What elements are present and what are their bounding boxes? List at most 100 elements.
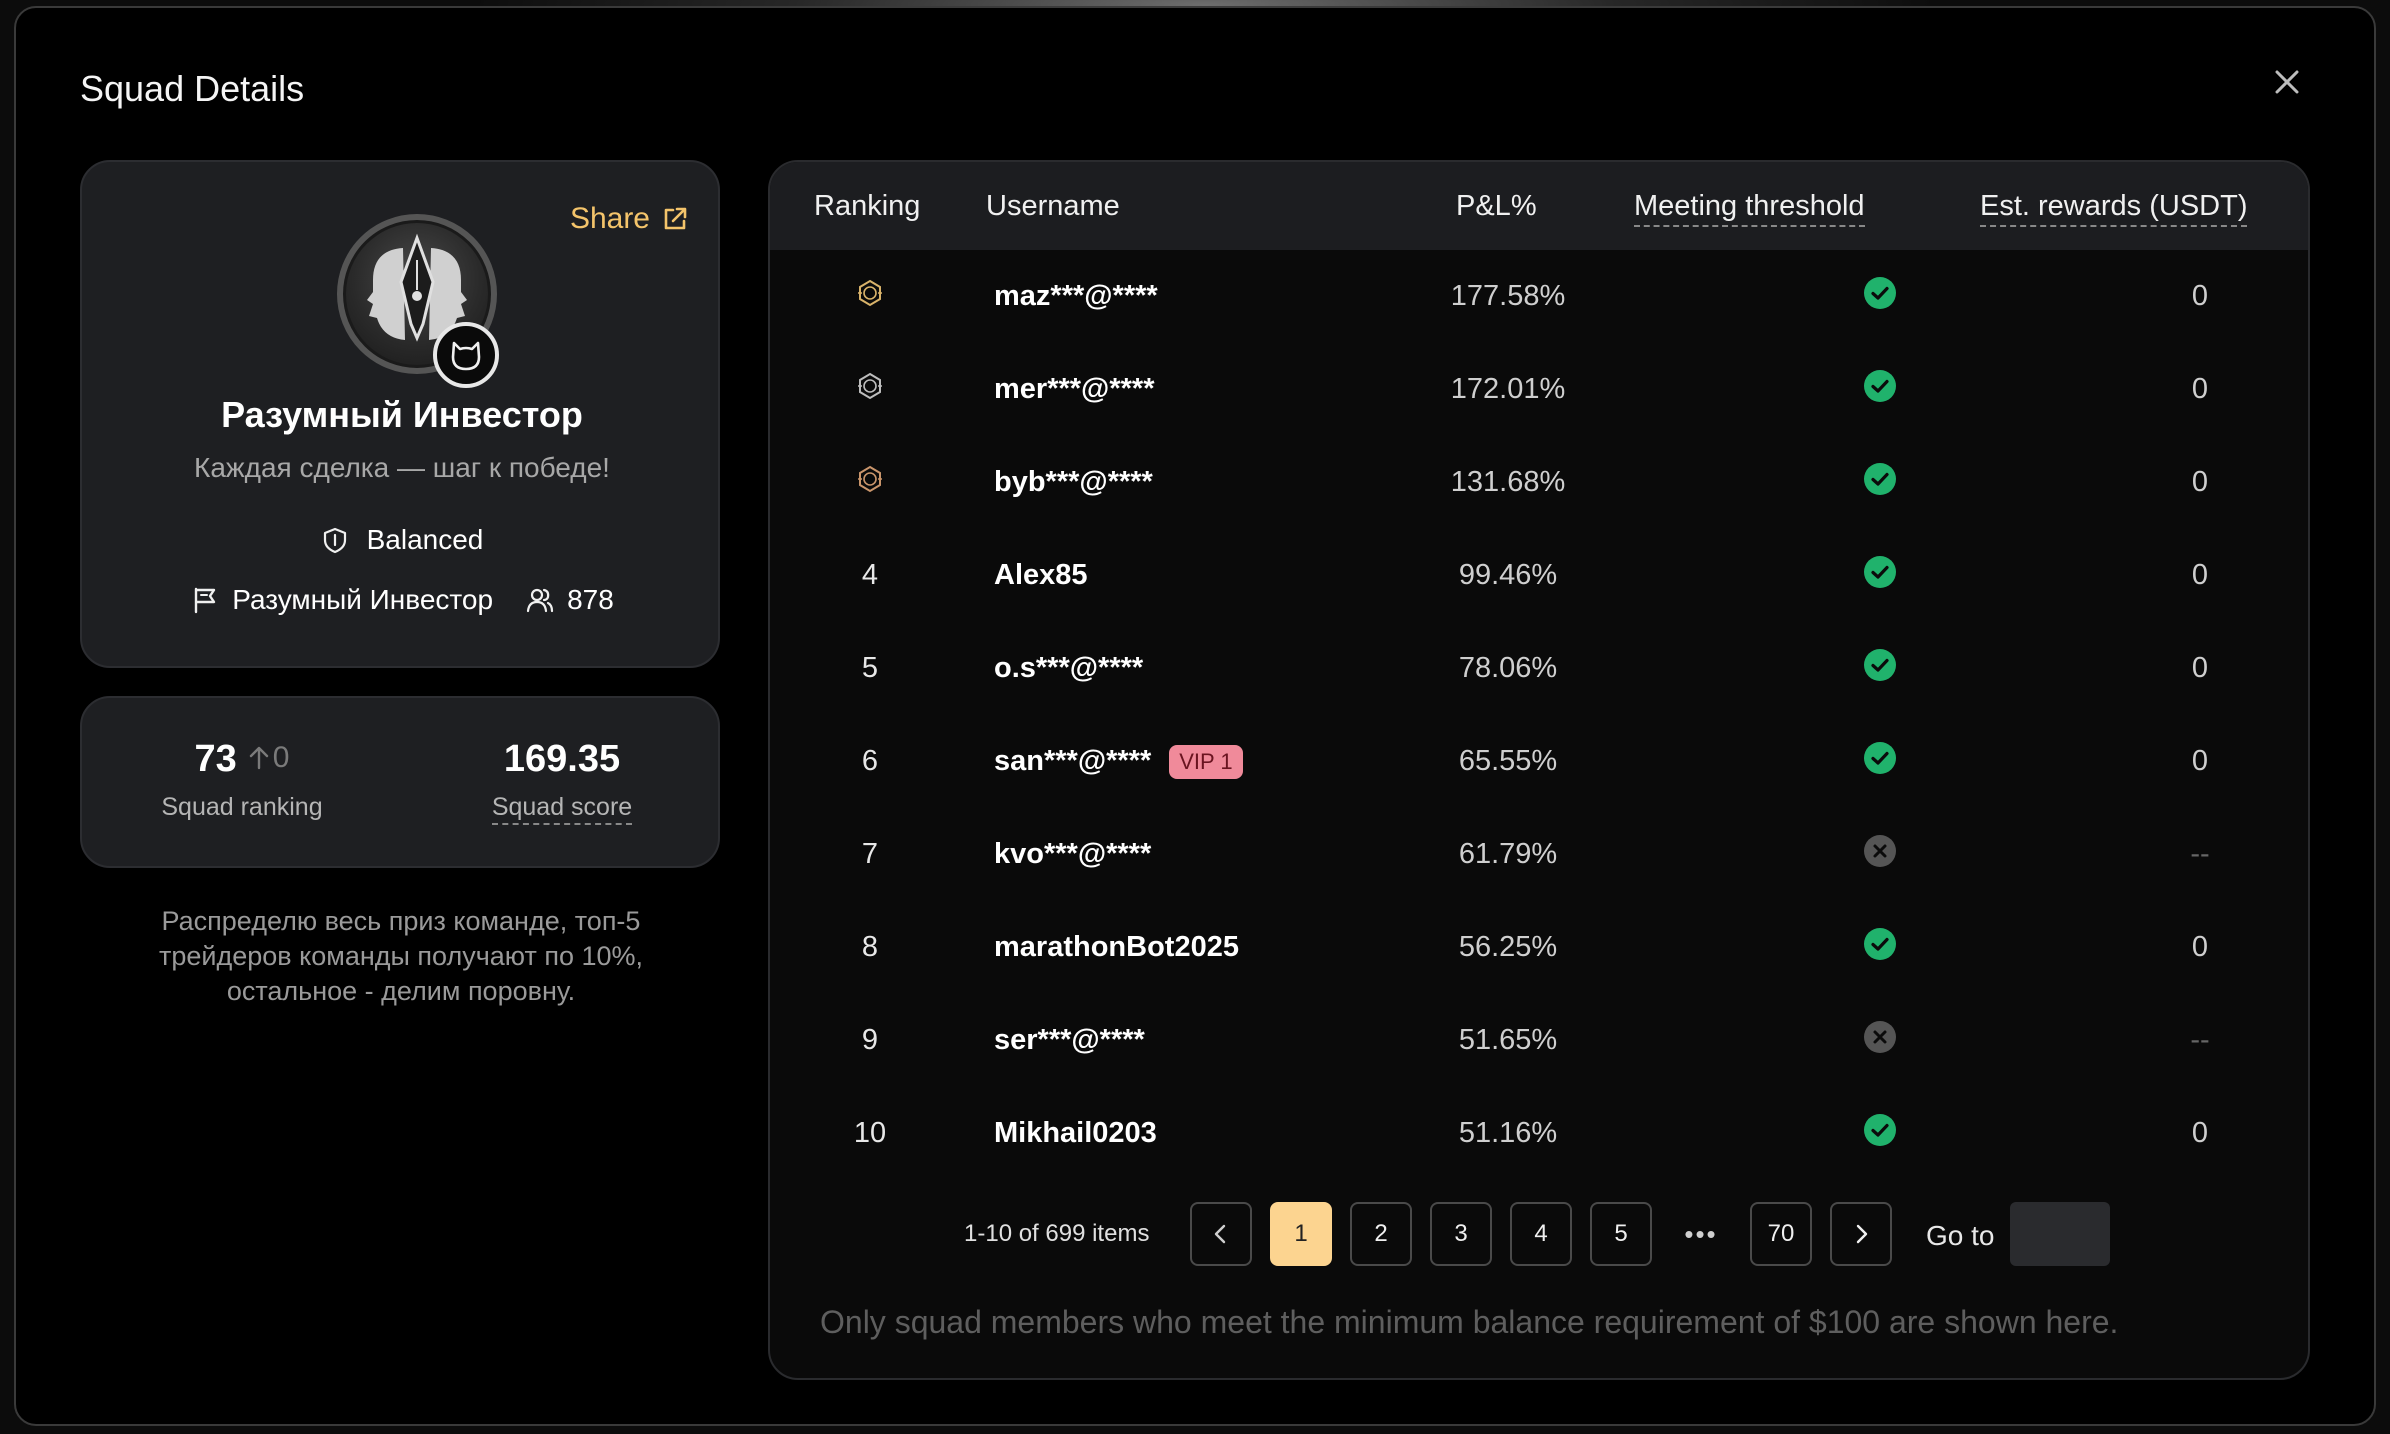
squad-description: Распределю весь приз команде, топ-5 трей… xyxy=(159,906,643,1006)
rank-number: 10 xyxy=(853,1117,887,1149)
est-reward-cell: 0 xyxy=(2191,373,2209,405)
rank-cell: 10 xyxy=(820,1087,920,1180)
squad-avatar-wrap xyxy=(337,214,499,388)
username-cell: byb***@**** xyxy=(994,436,1434,529)
header-username: Username xyxy=(986,190,1120,222)
check-circle-icon xyxy=(1862,1112,1898,1156)
meeting-threshold-cell xyxy=(1820,808,1940,901)
ranking-change-value: 0 xyxy=(272,741,290,774)
table-row: mer***@**** 172.01% 0 xyxy=(770,343,2308,436)
squad-members: 878 xyxy=(525,584,614,616)
username-cell: marathonBot2025 xyxy=(994,901,1434,994)
rank-number: 6 xyxy=(861,745,879,777)
meeting-threshold-cell xyxy=(1820,343,1940,436)
meeting-threshold-cell xyxy=(1820,622,1940,715)
table-header: Ranking Username P&L% Meeting threshold … xyxy=(770,162,2308,250)
rank-number: 7 xyxy=(861,838,879,870)
close-icon xyxy=(2275,70,2299,94)
x-circle-icon xyxy=(1862,1019,1898,1063)
pnl-cell: 56.25% xyxy=(1458,931,1558,963)
rank-cell: 9 xyxy=(820,994,920,1087)
meeting-threshold-cell xyxy=(1820,250,1940,343)
close-button[interactable] xyxy=(2265,60,2309,104)
username-cell: Mikhail0203 xyxy=(994,1087,1434,1180)
squad-score-stat: 169.35 Squad score xyxy=(402,738,722,825)
squad-score-value: 169.35 xyxy=(503,738,621,780)
rank-number: 5 xyxy=(861,652,879,684)
username: ser***@**** xyxy=(994,1024,1145,1056)
page-button-3[interactable]: 3 xyxy=(1430,1202,1492,1266)
next-page-button[interactable] xyxy=(1830,1202,1892,1266)
squad-ranking-stat: 73 0 Squad ranking xyxy=(82,738,402,822)
pnl-cell: 177.58% xyxy=(1450,280,1566,312)
squad-profile-card: Share Разумный Инвестор Каждая сделка — … xyxy=(80,160,720,668)
page-button-1[interactable]: 1 xyxy=(1270,1202,1332,1266)
meeting-threshold-cell xyxy=(1820,715,1940,808)
pnl-cell: 131.68% xyxy=(1450,466,1566,498)
page-button-4[interactable]: 4 xyxy=(1510,1202,1572,1266)
header-ranking: Ranking xyxy=(814,190,921,222)
username: mer***@**** xyxy=(994,373,1155,405)
pnl-cell: 65.55% xyxy=(1458,745,1558,777)
users-icon xyxy=(526,588,554,613)
goto-label: Go to xyxy=(1926,1220,1995,1251)
table-row: 4 Alex85 99.46% 0 xyxy=(770,529,2308,622)
share-label: Share xyxy=(569,202,650,235)
rank-number: 9 xyxy=(861,1024,879,1056)
cat-badge xyxy=(433,322,499,388)
squad-details-modal: Squad Details Share Разумный Инвестор Ка… xyxy=(14,6,2376,1426)
header-est-rewards[interactable]: Est. rewards (USDT) xyxy=(1980,190,2248,227)
squad-meta-row: Разумный Инвестор 878 xyxy=(82,584,722,616)
rank-cell: 4 xyxy=(820,529,920,622)
username: san***@**** xyxy=(994,745,1152,777)
squad-score-label[interactable]: Squad score xyxy=(402,793,722,825)
squad-ranking-value: 73 xyxy=(194,738,237,780)
rank-cell xyxy=(820,343,920,436)
username: Alex85 xyxy=(994,559,1088,591)
header-pnl: P&L% xyxy=(1456,190,1537,222)
page-button-2[interactable]: 2 xyxy=(1350,1202,1412,1266)
meeting-threshold-cell xyxy=(1820,901,1940,994)
squad-leader-name: Разумный Инвестор xyxy=(232,584,494,615)
members-table-panel: Ranking Username P&L% Meeting threshold … xyxy=(768,160,2310,1380)
squad-style: Balanced xyxy=(82,524,722,556)
header-meeting-threshold[interactable]: Meeting threshold xyxy=(1634,190,1865,227)
rank-medal-icon xyxy=(855,371,885,409)
modal-title: Squad Details xyxy=(80,68,305,109)
shield-icon xyxy=(323,527,346,554)
rank-cell: 7 xyxy=(820,808,920,901)
rank-cell: 8 xyxy=(820,901,920,994)
est-reward-cell: -- xyxy=(2190,838,2210,870)
pnl-cell: 172.01% xyxy=(1450,373,1566,405)
x-circle-icon xyxy=(1862,833,1898,877)
check-circle-icon xyxy=(1862,461,1898,505)
est-reward-cell: 0 xyxy=(2191,1117,2209,1149)
table-row: byb***@**** 131.68% 0 xyxy=(770,436,2308,529)
prev-page-button[interactable] xyxy=(1190,1202,1252,1266)
check-circle-icon xyxy=(1862,368,1898,412)
check-circle-icon xyxy=(1862,926,1898,970)
pagination-ellipsis[interactable]: ••• xyxy=(1670,1202,1732,1266)
meeting-threshold-cell xyxy=(1820,529,1940,622)
meeting-threshold-cell xyxy=(1820,1087,1940,1180)
page-button-5[interactable]: 5 xyxy=(1590,1202,1652,1266)
rank-medal-icon xyxy=(855,464,885,502)
goto-page-input[interactable] xyxy=(2010,1202,2110,1266)
username: Mikhail0203 xyxy=(994,1117,1157,1149)
est-reward-cell: 0 xyxy=(2191,931,2209,963)
arrow-up-icon xyxy=(249,746,268,770)
share-button[interactable]: Share xyxy=(570,202,690,236)
table-row: 10 Mikhail0203 51.16% 0 xyxy=(770,1087,2308,1180)
page-button-last[interactable]: 70 xyxy=(1750,1202,1812,1266)
check-circle-icon xyxy=(1862,647,1898,691)
squad-leader: Разумный Инвестор xyxy=(190,584,493,616)
table-row: 8 marathonBot2025 56.25% 0 xyxy=(770,901,2308,994)
username: marathonBot2025 xyxy=(994,931,1239,963)
rank-medal-icon xyxy=(855,278,885,316)
chevron-right-icon xyxy=(1856,1224,1868,1244)
table-footnote: Only squad members who meet the minimum … xyxy=(820,1304,2119,1340)
table-row: 9 ser***@**** 51.65% -- xyxy=(770,994,2308,1087)
rank-cell: 6 xyxy=(820,715,920,808)
pagination-info: 1-10 of 699 items xyxy=(964,1220,1150,1247)
external-link-icon xyxy=(664,207,687,230)
